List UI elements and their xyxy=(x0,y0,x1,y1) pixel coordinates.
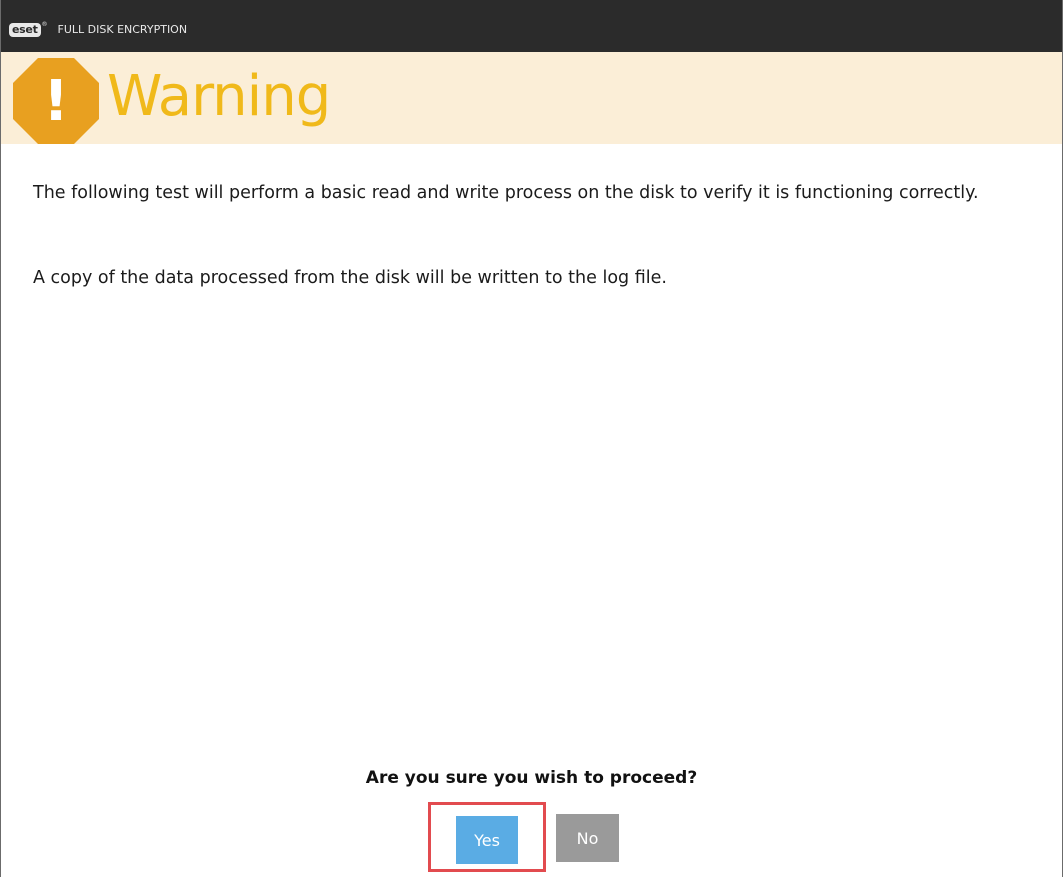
product-name: FULL DISK ENCRYPTION xyxy=(57,23,188,36)
app-window: eset ® FULL DISK ENCRYPTION ! Warning Th… xyxy=(0,0,1063,877)
content-area: The following test will perform a basic … xyxy=(1,144,1062,877)
logo-mark: eset xyxy=(9,23,41,37)
registered-mark: ® xyxy=(41,20,48,28)
yes-button[interactable]: Yes xyxy=(456,816,518,864)
no-button[interactable]: No xyxy=(556,814,619,862)
warning-icon: ! xyxy=(13,58,99,144)
log-note-paragraph: A copy of the data processed from the di… xyxy=(33,268,667,288)
eset-logo: eset ® FULL DISK ENCRYPTION xyxy=(9,20,188,38)
warning-icon-glyph: ! xyxy=(43,69,69,134)
warning-title: Warning xyxy=(107,64,331,129)
confirmation-question: Are you sure you wish to proceed? xyxy=(365,768,698,788)
warning-banner: ! Warning xyxy=(1,52,1062,144)
title-bar: eset ® FULL DISK ENCRYPTION xyxy=(1,0,1062,52)
description-paragraph: The following test will perform a basic … xyxy=(33,183,979,203)
